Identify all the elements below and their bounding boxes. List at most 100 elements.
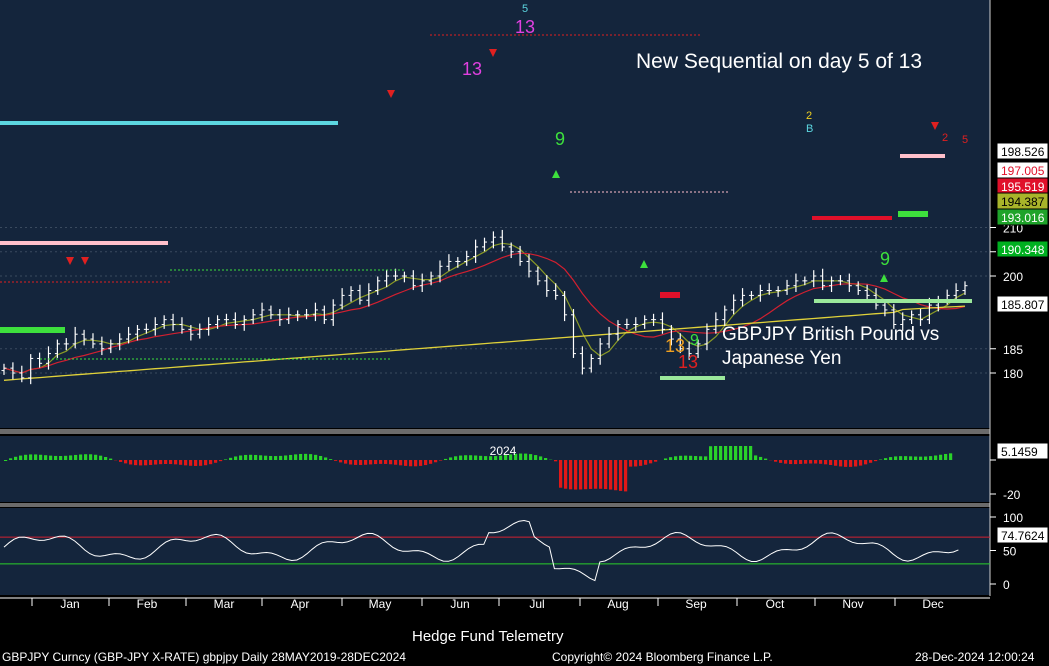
rsi-panel xyxy=(0,508,990,595)
histogram-bar xyxy=(309,454,313,460)
td-count-label: 13 xyxy=(515,17,535,37)
histogram-bar xyxy=(454,456,458,460)
td-level-bar xyxy=(660,376,725,380)
histogram-bar xyxy=(759,456,763,460)
histogram-bar xyxy=(389,460,393,465)
histogram-bar xyxy=(169,460,173,465)
histogram-bar xyxy=(814,460,818,464)
histogram-bar xyxy=(404,460,408,466)
histogram-bar xyxy=(184,460,188,466)
histogram-bar xyxy=(529,454,533,460)
histogram-bar xyxy=(654,460,658,462)
td-count-label: 9 xyxy=(690,332,699,349)
panel-divider-2[interactable] xyxy=(0,503,990,507)
rsi-value-tag: 74.7624 xyxy=(1001,529,1045,543)
histogram-bar xyxy=(284,455,288,460)
footer-bar: GBPJPY Curncy (GBP-JPY X-RATE) gbpjpy Da… xyxy=(0,648,1049,666)
histogram-bar xyxy=(779,460,783,463)
td-count-label: 5 xyxy=(962,134,968,146)
histogram-bar xyxy=(229,457,233,460)
histogram-bar xyxy=(354,460,358,465)
histogram-bar xyxy=(754,455,758,460)
histogram-bar xyxy=(259,455,263,460)
td-count-label: 13 xyxy=(678,352,698,372)
td-count-label: 5 xyxy=(522,3,528,15)
panel-divider-1[interactable] xyxy=(0,429,990,434)
histogram-bar xyxy=(479,455,483,460)
histogram-bar xyxy=(914,456,918,460)
histogram-bar xyxy=(349,460,353,465)
histogram-bar xyxy=(869,460,873,463)
histogram-bar xyxy=(49,455,53,460)
histogram-bar xyxy=(629,460,633,467)
histogram-bar xyxy=(74,454,78,460)
td-count-label: B xyxy=(806,123,813,135)
watermark-text: Hedge Fund Telemetry xyxy=(412,628,564,645)
month-label: Jan xyxy=(60,597,79,611)
histogram-bar xyxy=(809,460,813,464)
histogram-bar xyxy=(689,455,693,460)
histogram-bar xyxy=(174,460,178,465)
histogram-bar xyxy=(669,457,673,460)
histogram-bar xyxy=(429,460,433,464)
histogram-bar xyxy=(209,460,213,465)
td-count-label: 13 xyxy=(462,59,482,79)
histogram-bar xyxy=(704,456,708,460)
histogram-bar xyxy=(319,455,323,460)
histogram-bar xyxy=(244,454,248,460)
price-tag-label: 194.387 xyxy=(1001,195,1045,209)
histogram-bar xyxy=(744,446,748,460)
histogram-bar xyxy=(804,460,808,464)
td-count-label: 9 xyxy=(880,249,890,269)
histogram-bar xyxy=(339,460,343,463)
price-tag-label: 190.348 xyxy=(1001,243,1045,257)
timestamp-text: 28-Dec-2024 12:00:24 xyxy=(915,650,1035,664)
histogram-bar xyxy=(434,460,438,463)
histogram-bar xyxy=(904,456,908,460)
histogram-bar xyxy=(789,460,793,465)
td-count-label: 2 xyxy=(942,132,948,144)
histogram-bar xyxy=(699,456,703,460)
histogram-bar xyxy=(464,455,468,460)
histogram-bar xyxy=(129,460,133,465)
histogram-bar xyxy=(524,453,528,460)
histogram-bar xyxy=(359,460,363,465)
month-label: Sep xyxy=(685,597,707,611)
histogram-bar xyxy=(134,460,138,466)
histogram-bar xyxy=(939,454,943,460)
month-label: Oct xyxy=(766,597,785,611)
histogram-bar xyxy=(694,456,698,460)
histogram-bar xyxy=(19,455,23,460)
td-level-bar xyxy=(814,299,972,303)
pair-description-line1: GBPJPY British Pound vs xyxy=(722,324,940,345)
histogram-bar xyxy=(109,458,113,460)
histogram-bar xyxy=(279,455,283,460)
histogram-bar xyxy=(474,455,478,460)
histogram-bar xyxy=(564,460,568,489)
histogram-bar xyxy=(724,446,728,460)
year-label: 2024 xyxy=(490,444,517,458)
histogram-bar xyxy=(484,456,488,460)
histogram-bar xyxy=(619,460,623,491)
histogram-bar xyxy=(849,460,853,467)
histogram-bar xyxy=(909,456,913,460)
histogram-bar xyxy=(364,460,368,465)
histogram-bar xyxy=(399,460,403,466)
histogram-bar xyxy=(839,460,843,467)
histogram-bar xyxy=(719,446,723,460)
price-tick-label: 185 xyxy=(1003,343,1023,357)
histogram-bar xyxy=(249,454,253,460)
histogram-bar xyxy=(929,456,933,460)
histogram-bar xyxy=(59,455,63,460)
histogram-bar xyxy=(39,454,43,460)
histogram-bar xyxy=(854,460,858,467)
month-label: Feb xyxy=(137,597,158,611)
ticker-line: GBPJPY Curncy (GBP-JPY X-RATE) gbpjpy Da… xyxy=(2,650,406,664)
histogram-bar xyxy=(384,460,388,464)
histogram-bar xyxy=(194,460,198,466)
td-level-bar xyxy=(0,121,338,125)
histogram-bar xyxy=(834,460,838,466)
histogram-bar xyxy=(889,457,893,460)
price-tick-label: 180 xyxy=(1003,367,1023,381)
histogram-bar xyxy=(739,446,743,460)
